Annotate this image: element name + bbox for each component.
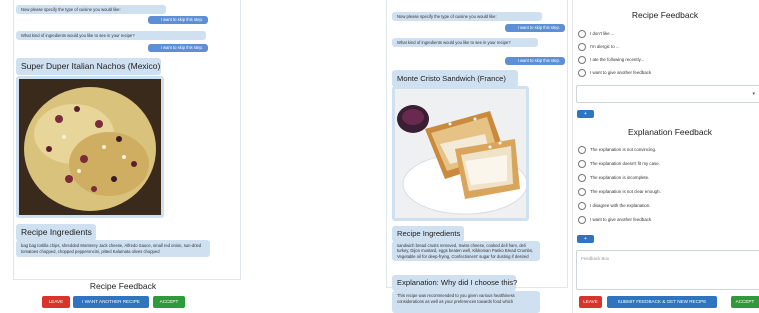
right-leave-button[interactable]: LEAVE (579, 296, 602, 308)
explanation-feedback-radio-0[interactable] (578, 146, 586, 154)
right-explanation-text: This recipe was recommended to you given… (392, 291, 540, 313)
recipe-feedback-add-button[interactable]: + (577, 110, 594, 118)
explanation-feedback-option-0: The explanation is not convincing. (590, 147, 657, 152)
recipe-feedback-option-0: I don't like ... (590, 31, 615, 36)
left-skip-ingredients-message[interactable]: I want to skip this step. (148, 44, 208, 52)
left-ingredients-header: Recipe Ingredients (16, 224, 96, 241)
sandwich-photo (395, 89, 526, 218)
left-question-ingredients: What kind of ingredients would you like … (16, 31, 206, 41)
chevron-down-icon: ▾ (752, 91, 755, 97)
right-explanation-header: Explanation: Why did I choose this? (392, 275, 517, 291)
explanation-feedback-title: Explanation Feedback (627, 127, 713, 137)
explanation-feedback-radio-2[interactable] (578, 174, 586, 182)
explanation-feedback-option-5: I want to give another feedback (590, 217, 652, 222)
explanation-feedback-option-4: I disagree with the explanation. (590, 203, 651, 208)
nachos-photo (19, 79, 161, 215)
explanation-feedback-option-1: The explanation doesn't fit my case. (590, 161, 660, 166)
explanation-feedback-radio-4[interactable] (578, 202, 586, 210)
left-accept-button[interactable]: ACCEPT (153, 296, 185, 308)
left-question-cuisine: Now please specify the type of cuisine y… (16, 5, 166, 15)
right-question-ingredients: What kind of ingredients would you like … (392, 38, 538, 48)
right-recipe-image (392, 86, 529, 221)
right-accept-button[interactable]: ACCEPT (731, 296, 759, 308)
explanation-feedback-radio-3[interactable] (578, 188, 586, 196)
left-feedback-title: Recipe Feedback (89, 281, 157, 291)
left-ingredients-text: bag bag tortilla chips, shredded Montere… (16, 240, 210, 258)
submit-feedback-button[interactable]: SUBMIT FEEDBACK & GET NEW RECIPE (607, 296, 717, 308)
feedback-box-placeholder: Feedback Box (581, 256, 610, 261)
recipe-feedback-title: Recipe Feedback (631, 10, 699, 20)
right-recipe-title: Monte Cristo Sandwich (France) (392, 70, 518, 87)
left-skip-cuisine-message[interactable]: I want to skip this step. (148, 16, 208, 24)
recipe-feedback-radio-0[interactable] (578, 30, 586, 38)
left-leave-button[interactable]: LEAVE (42, 296, 70, 308)
explanation-feedback-radio-1[interactable] (578, 160, 586, 168)
recipe-feedback-select[interactable]: ▾ (576, 85, 759, 103)
explanation-feedback-option-3: The explanation is not clear enough. (590, 189, 661, 194)
right-skip-ingredients-message[interactable]: I want to skip this step. (505, 57, 565, 65)
recipe-feedback-radio-2[interactable] (578, 56, 586, 64)
right-question-cuisine: Now please specify the type of cuisine y… (392, 12, 542, 22)
right-ingredients-header: Recipe Ingredients (392, 226, 464, 242)
left-recipe-title: Super Duper Italian Nachos (Mexico) (16, 58, 161, 75)
recipe-feedback-radio-1[interactable] (578, 43, 586, 51)
right-skip-cuisine-message[interactable]: I want to skip this step. (505, 24, 565, 32)
left-another-recipe-button[interactable]: I WANT ANOTHER RECIPE (73, 296, 149, 308)
right-ingredients-text: sandwich bread crusts removed, Swiss che… (392, 241, 540, 261)
left-recipe-image (16, 76, 164, 218)
recipe-feedback-option-3: I want to give another feedback (590, 70, 652, 75)
explanation-feedback-radio-5[interactable] (578, 216, 586, 224)
explanation-feedback-option-2: The explanation is incomplete. (590, 175, 650, 180)
explanation-feedback-add-button[interactable]: + (577, 235, 594, 243)
recipe-feedback-option-2: I ate the following recently... (590, 57, 645, 62)
recipe-feedback-option-1: I'm alergic to ... (590, 44, 620, 49)
recipe-feedback-radio-3[interactable] (578, 69, 586, 77)
feedback-box-textarea[interactable]: Feedback Box (576, 250, 759, 290)
